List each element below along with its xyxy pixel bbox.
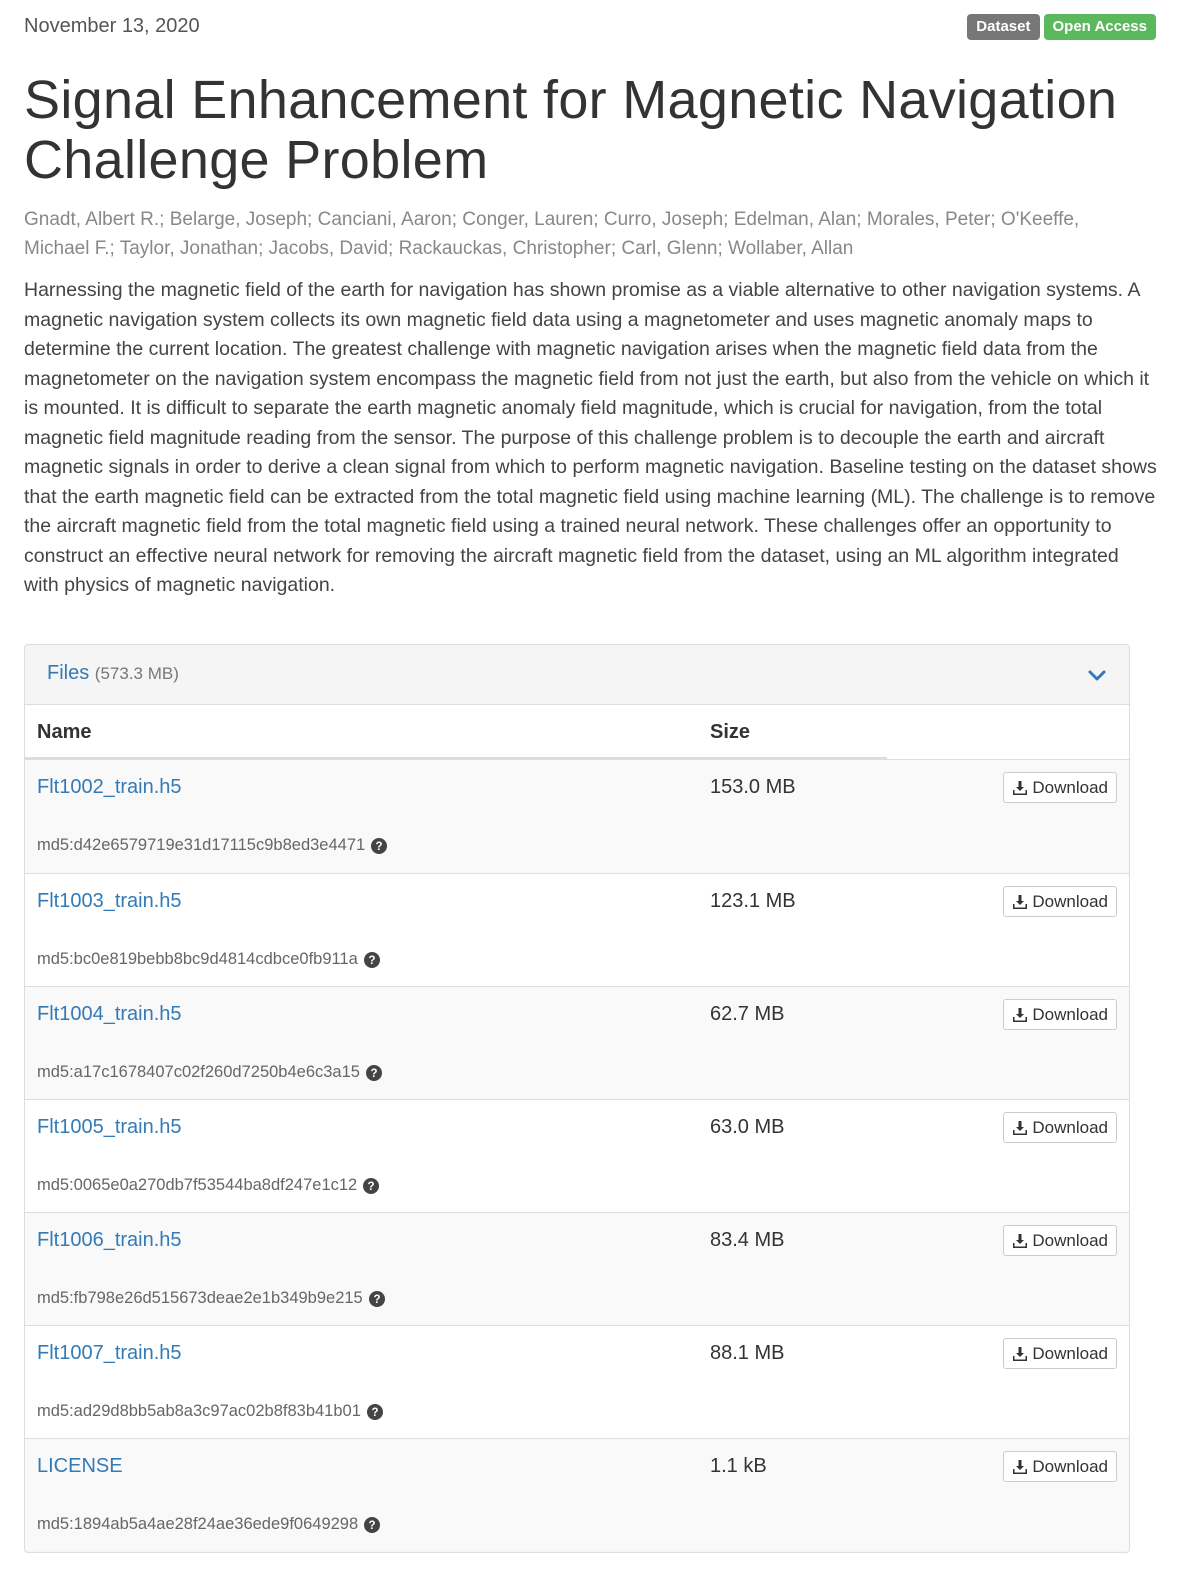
download-label: Download bbox=[1032, 891, 1108, 911]
download-label: Download bbox=[1032, 1230, 1108, 1250]
file-size: 153.0 MB bbox=[710, 776, 796, 798]
record-authors: Gnadt, Albert R.; Belarge, Joseph; Canci… bbox=[24, 209, 1080, 259]
svg-text:?: ? bbox=[373, 1294, 380, 1306]
svg-text:?: ? bbox=[370, 1068, 377, 1080]
table-row: Flt1006_train.h5 83.4 MB md5:fb798e26d51… bbox=[25, 1212, 1129, 1325]
svg-text:?: ? bbox=[371, 1407, 378, 1419]
download-icon bbox=[1012, 1120, 1028, 1136]
question-circle-icon[interactable]: ? bbox=[365, 1064, 382, 1081]
download-icon bbox=[1012, 1007, 1028, 1023]
files-panel: Files (573.3 MB) Name Size Flt1002_train… bbox=[24, 644, 1130, 1553]
question-circle-icon[interactable]: ? bbox=[363, 1177, 380, 1194]
table-row: Flt1002_train.h5 153.0 MB md5:d42e657971… bbox=[25, 760, 1129, 873]
download-icon bbox=[1012, 1346, 1028, 1362]
record-description: Harnessing the magnetic field of the ear… bbox=[24, 279, 1157, 596]
svg-text:?: ? bbox=[376, 841, 383, 853]
download-label: Download bbox=[1032, 1343, 1108, 1363]
file-link[interactable]: Flt1005_train.h5 bbox=[37, 1116, 182, 1139]
table-row: LICENSE 1.1 kB md5:1894ab5a4ae28f24ae36e… bbox=[25, 1438, 1129, 1551]
question-circle-icon[interactable]: ? bbox=[364, 1516, 381, 1533]
file-checksum: md5:a17c1678407c02f260d7250b4e6c3a15? bbox=[37, 1063, 382, 1082]
record-badges: Dataset Open Access bbox=[967, 14, 1156, 40]
download-button[interactable]: Download bbox=[1003, 999, 1117, 1030]
download-label: Download bbox=[1032, 1456, 1108, 1476]
files-table-body: Flt1002_train.h5 153.0 MB md5:d42e657971… bbox=[25, 760, 1129, 1551]
file-size: 123.1 MB bbox=[710, 890, 796, 912]
svg-text:?: ? bbox=[368, 1181, 375, 1193]
file-size: 83.4 MB bbox=[710, 1229, 785, 1251]
question-circle-icon[interactable]: ? bbox=[368, 1290, 385, 1307]
file-size: 63.0 MB bbox=[710, 1116, 785, 1138]
download-button[interactable]: Download bbox=[1003, 1338, 1117, 1369]
download-button[interactable]: Download bbox=[1003, 886, 1117, 917]
files-total-size: (573.3 MB) bbox=[94, 664, 179, 683]
svg-text:?: ? bbox=[368, 955, 375, 967]
file-link[interactable]: Flt1004_train.h5 bbox=[37, 1003, 182, 1026]
checksum-text: md5:bc0e819bebb8bc9d4814cdbce0fb911a bbox=[37, 950, 358, 968]
files-panel-title[interactable]: Files (573.3 MB) bbox=[47, 662, 179, 685]
file-size: 88.1 MB bbox=[710, 1342, 785, 1364]
file-link[interactable]: LICENSE bbox=[37, 1455, 123, 1478]
column-header-name: Name bbox=[37, 721, 92, 743]
file-checksum: md5:fb798e26d515673deae2e1b349b9e215? bbox=[37, 1289, 385, 1308]
file-checksum: md5:0065e0a270db7f53544ba8df247e1c12? bbox=[37, 1176, 380, 1195]
download-button[interactable]: Download bbox=[1003, 1112, 1117, 1143]
file-link[interactable]: Flt1006_train.h5 bbox=[37, 1229, 182, 1252]
download-icon bbox=[1012, 1459, 1028, 1475]
record-title: Signal Enhancement for Magnetic Navigati… bbox=[24, 70, 1118, 190]
checksum-text: md5:fb798e26d515673deae2e1b349b9e215 bbox=[37, 1289, 363, 1307]
checksum-text: md5:ad29d8bb5ab8a3c97ac02b8f83b41b01 bbox=[37, 1402, 361, 1420]
file-link[interactable]: Flt1007_train.h5 bbox=[37, 1342, 182, 1365]
table-row: Flt1003_train.h5 123.1 MB md5:bc0e819beb… bbox=[25, 873, 1129, 986]
file-link[interactable]: Flt1002_train.h5 bbox=[37, 776, 182, 799]
file-size: 62.7 MB bbox=[710, 1003, 785, 1025]
download-icon bbox=[1012, 894, 1028, 910]
question-circle-icon[interactable]: ? bbox=[366, 1403, 383, 1420]
download-button[interactable]: Download bbox=[1003, 1451, 1117, 1482]
files-table-header: Name Size bbox=[25, 705, 1129, 760]
question-circle-icon[interactable]: ? bbox=[363, 951, 380, 968]
resource-type-badge[interactable]: Dataset bbox=[967, 14, 1040, 40]
table-row: Flt1007_train.h5 88.1 MB md5:ad29d8bb5ab… bbox=[25, 1325, 1129, 1438]
checksum-text: md5:a17c1678407c02f260d7250b4e6c3a15 bbox=[37, 1063, 360, 1081]
file-checksum: md5:d42e6579719e31d17115c9b8ed3e4471? bbox=[37, 836, 388, 855]
checksum-text: md5:d42e6579719e31d17115c9b8ed3e4471 bbox=[37, 836, 366, 854]
file-checksum: md5:1894ab5a4ae28f24ae36ede9f0649298? bbox=[37, 1515, 381, 1534]
files-panel-label: Files bbox=[47, 662, 90, 684]
file-checksum: md5:ad29d8bb5ab8a3c97ac02b8f83b41b01? bbox=[37, 1402, 383, 1421]
table-row: Flt1004_train.h5 62.7 MB md5:a17c1678407… bbox=[25, 986, 1129, 1099]
checksum-text: md5:0065e0a270db7f53544ba8df247e1c12 bbox=[37, 1176, 358, 1194]
checksum-text: md5:1894ab5a4ae28f24ae36ede9f0649298 bbox=[37, 1515, 359, 1533]
download-label: Download bbox=[1032, 1117, 1108, 1137]
access-right-badge[interactable]: Open Access bbox=[1043, 14, 1156, 40]
record-header-row: November 13, 2020 Dataset Open Access bbox=[24, 14, 1156, 44]
publication-date: November 13, 2020 bbox=[24, 15, 200, 37]
download-button[interactable]: Download bbox=[1003, 1225, 1117, 1256]
chevron-down-icon[interactable] bbox=[1087, 665, 1107, 685]
question-circle-icon[interactable]: ? bbox=[371, 837, 388, 854]
download-icon bbox=[1012, 780, 1028, 796]
svg-text:?: ? bbox=[369, 1520, 376, 1532]
download-label: Download bbox=[1032, 1004, 1108, 1024]
download-icon bbox=[1012, 1233, 1028, 1249]
file-link[interactable]: Flt1003_train.h5 bbox=[37, 890, 182, 913]
file-checksum: md5:bc0e819bebb8bc9d4814cdbce0fb911a? bbox=[37, 950, 380, 969]
download-label: Download bbox=[1032, 777, 1108, 797]
file-size: 1.1 kB bbox=[710, 1455, 767, 1477]
download-button[interactable]: Download bbox=[1003, 772, 1117, 803]
files-panel-heading[interactable]: Files (573.3 MB) bbox=[25, 645, 1129, 705]
table-row: Flt1005_train.h5 63.0 MB md5:0065e0a270d… bbox=[25, 1099, 1129, 1212]
column-header-size: Size bbox=[710, 721, 751, 743]
